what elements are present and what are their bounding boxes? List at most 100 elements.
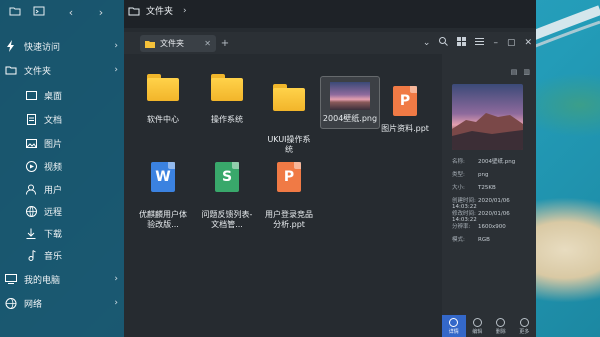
sidebar-item-label: 网络: [24, 299, 43, 310]
sidebar-item-quick-access[interactable]: 快速访问 ›: [0, 35, 128, 57]
file-grid: 软件中心 操作系统 UKUI操作系 统 2004壁纸.png P 图片资料.pp…: [124, 54, 442, 337]
file-manager-window: 文件夹 › ‹ › 文件夹 ✕ + ⌄ – ▢ ✕ 软件中心 操作系统 UKUI…: [69, 0, 536, 337]
video-icon: [24, 159, 38, 173]
terminal-icon[interactable]: [30, 2, 48, 20]
image-preview: [452, 84, 523, 150]
details-toolbar: ▤ ▥: [511, 68, 530, 76]
pin-icon[interactable]: ▤: [511, 68, 518, 76]
file-item[interactable]: 软件中心: [134, 72, 192, 125]
detail-row: 创建时间: 2020/01/06 14:03:22: [452, 198, 510, 210]
remote-icon: [24, 204, 38, 218]
music-icon: [24, 248, 38, 262]
list-view-icon[interactable]: [475, 37, 485, 49]
file-name: 操作系统: [211, 115, 243, 124]
tab-label: 文件夹: [160, 39, 184, 48]
info-icon: [449, 317, 459, 327]
edit-icon: [472, 317, 482, 327]
ppt-icon: P: [272, 162, 306, 196]
file-item[interactable]: W 优麒麟用户体 验改版...: [134, 152, 192, 240]
chevron-down-icon[interactable]: ⌄: [423, 38, 431, 48]
toolbar: ⌄ – ▢ ✕: [423, 37, 532, 49]
location-label: 文件夹: [146, 7, 174, 17]
image-thumbnail: [330, 82, 370, 110]
download-icon: [24, 226, 38, 240]
location-bar[interactable]: 文件夹 ›: [128, 4, 187, 17]
detail-row: 模式: RGB: [452, 237, 490, 243]
folder-outline-icon: [4, 63, 18, 77]
chevron-right-icon: ›: [114, 41, 118, 51]
file-item-selected[interactable]: 2004壁纸.png: [320, 76, 380, 129]
file-item[interactable]: S 问题反馈列表- 文档管...: [198, 152, 256, 240]
network-icon: [4, 296, 18, 310]
word-icon: W: [146, 162, 180, 196]
more-icon: [519, 317, 529, 327]
detail-row: 名称: 2004壁纸.png: [452, 159, 516, 165]
sidebar-item-network[interactable]: 网络 ›: [0, 292, 128, 314]
sidebar-toolbar: [0, 0, 48, 22]
file-item[interactable]: 操作系统: [198, 72, 256, 125]
file-item[interactable]: P 用户登录竞品 分析.ppt: [260, 152, 318, 240]
sidebar-item-label: 视频: [44, 162, 63, 173]
delete-icon: [496, 317, 506, 327]
search-icon[interactable]: [439, 37, 449, 49]
sidebar-item-label: 图片: [44, 139, 63, 150]
user-icon: [24, 182, 38, 196]
details-pane: ▤ ▥ 名称: 2004壁纸.png 类型: png 大小: T25KB 创建时间: 2…: [442, 54, 536, 337]
sidebar-item-label: 远程: [44, 207, 63, 218]
file-item[interactable]: P 图片资料.ppt: [376, 86, 434, 134]
chevron-right-icon: ›: [114, 274, 118, 284]
sidebar-item-label: 文件夹: [24, 66, 52, 77]
add-tab-button[interactable]: +: [218, 36, 232, 50]
folder-icon: [210, 74, 244, 111]
detail-row: 分辨率: 1600x900: [452, 224, 506, 230]
sidebar-item-label: 下载: [44, 229, 63, 240]
file-name: 优麒麟用户体 验改版...: [139, 210, 187, 229]
sidebar-item-my-computer[interactable]: 我的电脑 ›: [0, 268, 128, 290]
detail-row: 类型: png: [452, 172, 489, 178]
tab-folder[interactable]: 文件夹 ✕: [140, 35, 216, 52]
detail-row: 修改时间: 2020/01/06 14:03:22: [452, 211, 510, 223]
sidebar-item-label: 用户: [44, 185, 63, 196]
minimize-icon[interactable]: –: [493, 38, 498, 48]
desktop-icon: [24, 88, 38, 102]
file-name: 图片资料.ppt: [381, 124, 429, 133]
maximize-icon[interactable]: ▢: [507, 38, 516, 48]
title-bar: 文件夹 ›: [124, 0, 536, 28]
folder-icon: [272, 84, 306, 121]
folder-icon: [146, 74, 180, 111]
back-button[interactable]: ‹: [60, 2, 82, 22]
bolt-icon: [4, 39, 18, 53]
image-icon: [24, 136, 38, 150]
sidebar: 快速访问 › 文件夹 › 桌面 文档 图片 视频 用户 远程 下载 音乐 我的电…: [0, 0, 124, 337]
chevron-right-icon: ›: [183, 5, 187, 16]
grid-view-icon[interactable]: [457, 37, 467, 49]
file-name: 问题反馈列表- 文档管...: [201, 210, 253, 229]
folder-icon[interactable]: [6, 2, 24, 20]
folder-outline-icon: [128, 7, 140, 15]
close-icon[interactable]: ✕: [524, 38, 532, 48]
sidebar-item-label: 我的电脑: [24, 275, 61, 286]
computer-icon: [4, 272, 18, 286]
file-name: 软件中心: [147, 115, 179, 124]
close-tab-icon[interactable]: ✕: [204, 39, 211, 48]
sidebar-item-label: 快速访问: [24, 42, 61, 53]
edit-button[interactable]: 编辑: [466, 315, 490, 337]
detail-row: 大小: T25KB: [452, 185, 496, 191]
sidebar-item-label: 音乐: [44, 251, 63, 262]
collapse-icon[interactable]: ▥: [523, 68, 530, 76]
document-icon: [24, 112, 38, 126]
file-name: 用户登录竞品 分析.ppt: [265, 210, 313, 229]
chevron-right-icon: ›: [114, 298, 118, 308]
sidebar-item-folder[interactable]: 文件夹 ›: [0, 59, 128, 81]
file-name: 2004壁纸.png: [322, 114, 378, 123]
delete-button[interactable]: 删除: [489, 315, 513, 337]
ppt-icon: P: [388, 86, 422, 120]
folder-icon: [145, 40, 155, 48]
info-button[interactable]: 详情: [442, 315, 466, 337]
more-button[interactable]: 更多: [513, 315, 537, 337]
sidebar-item-label: 文档: [44, 115, 63, 126]
chevron-right-icon: ›: [114, 65, 118, 75]
forward-button[interactable]: ›: [90, 2, 112, 22]
sidebar-item-label: 桌面: [44, 91, 63, 102]
tab-bar: 文件夹 ✕ + ⌄ – ▢ ✕: [124, 32, 536, 54]
